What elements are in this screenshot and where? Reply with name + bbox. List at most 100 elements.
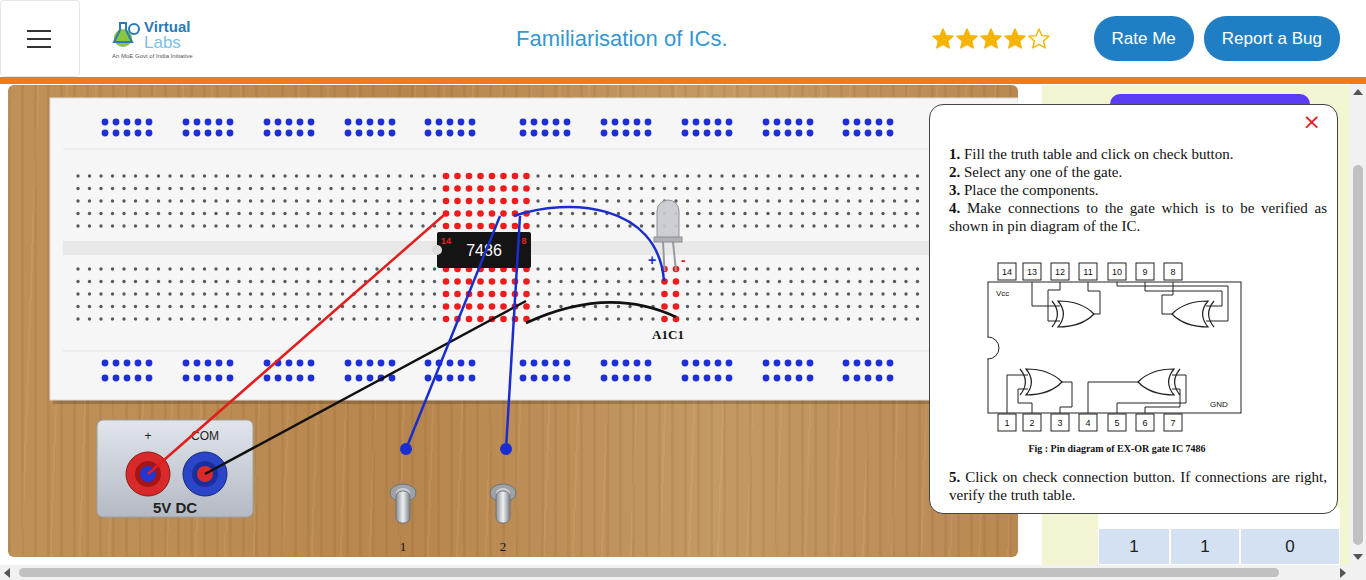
rail-hole[interactable] bbox=[865, 360, 872, 367]
breadboard-hole[interactable] bbox=[214, 199, 217, 202]
breadboard-hole[interactable] bbox=[387, 280, 390, 283]
breadboard-hole[interactable] bbox=[835, 212, 838, 215]
rail-hole[interactable] bbox=[785, 360, 792, 367]
breadboard-hole[interactable] bbox=[755, 267, 758, 270]
breadboard-hole[interactable] bbox=[594, 187, 597, 190]
rail-hole[interactable] bbox=[634, 119, 641, 126]
breadboard-hole[interactable] bbox=[709, 224, 712, 227]
red-wire[interactable] bbox=[148, 215, 444, 474]
rail-hole[interactable] bbox=[715, 375, 722, 382]
breadboard-hole[interactable] bbox=[191, 292, 194, 295]
breadboard-hole[interactable] bbox=[686, 305, 689, 308]
breadboard-hole[interactable] bbox=[812, 305, 815, 308]
rail-hole[interactable] bbox=[308, 130, 315, 137]
breadboard-hole[interactable] bbox=[191, 199, 194, 202]
breadboard-hole[interactable] bbox=[398, 317, 401, 320]
breadboard-hole[interactable] bbox=[743, 174, 746, 177]
breadboard-hole[interactable] bbox=[352, 199, 355, 202]
rail-hole[interactable] bbox=[865, 130, 872, 137]
breadboard-hole[interactable] bbox=[605, 267, 608, 270]
breadboard-hole[interactable] bbox=[536, 187, 539, 190]
rail-hole[interactable] bbox=[345, 360, 352, 367]
breadboard-hole[interactable] bbox=[548, 199, 551, 202]
rail-hole[interactable] bbox=[774, 375, 781, 382]
breadboard-hole[interactable] bbox=[318, 267, 321, 270]
breadboard-hole[interactable] bbox=[801, 199, 804, 202]
rail-hole[interactable] bbox=[436, 130, 443, 137]
breadboard-hole[interactable] bbox=[732, 224, 735, 227]
breadboard-hole[interactable] bbox=[904, 280, 907, 283]
breadboard-hole[interactable] bbox=[548, 317, 551, 320]
breadboard-hole[interactable] bbox=[283, 199, 286, 202]
rail-hole[interactable] bbox=[520, 119, 527, 126]
breadboard-hole[interactable] bbox=[766, 187, 769, 190]
breadboard-hole[interactable] bbox=[226, 199, 229, 202]
breadboard-hole[interactable] bbox=[858, 292, 861, 295]
breadboard-hole[interactable] bbox=[134, 280, 137, 283]
breadboard-hole[interactable] bbox=[651, 224, 654, 227]
breadboard-hole[interactable] bbox=[88, 187, 91, 190]
breadboard-hole[interactable] bbox=[686, 317, 689, 320]
rail-hole[interactable] bbox=[887, 375, 894, 382]
breadboard-hole[interactable] bbox=[421, 187, 424, 190]
rail-hole[interactable] bbox=[763, 119, 770, 126]
rail-hole[interactable] bbox=[876, 375, 883, 382]
breadboard-hole[interactable] bbox=[237, 292, 240, 295]
rail-hole[interactable] bbox=[876, 119, 883, 126]
rail-hole[interactable] bbox=[531, 375, 538, 382]
rail-hole[interactable] bbox=[887, 119, 894, 126]
breadboard-hole[interactable] bbox=[571, 212, 574, 215]
rail-hole[interactable] bbox=[854, 130, 861, 137]
rail-hole[interactable] bbox=[553, 130, 560, 137]
breadboard-hole[interactable] bbox=[858, 317, 861, 320]
breadboard-hole[interactable] bbox=[306, 212, 309, 215]
breadboard-hole[interactable] bbox=[732, 267, 735, 270]
rail-hole[interactable] bbox=[194, 130, 201, 137]
breadboard-hole[interactable] bbox=[306, 187, 309, 190]
breadboard-hole[interactable] bbox=[789, 317, 792, 320]
scroll-up-icon[interactable] bbox=[1353, 89, 1363, 95]
breadboard-hole[interactable] bbox=[122, 305, 125, 308]
breadboard-hole[interactable] bbox=[628, 305, 631, 308]
rail-hole[interactable] bbox=[297, 360, 304, 367]
breadboard-hole[interactable] bbox=[433, 212, 436, 215]
breadboard-hole[interactable] bbox=[617, 292, 620, 295]
rail-hole[interactable] bbox=[876, 130, 883, 137]
rail-hole[interactable] bbox=[520, 360, 527, 367]
rail-hole[interactable] bbox=[785, 130, 792, 137]
breadboard-hole[interactable] bbox=[76, 199, 79, 202]
breadboard-hole[interactable] bbox=[260, 267, 263, 270]
rail-hole[interactable] bbox=[704, 119, 711, 126]
breadboard-hole[interactable] bbox=[673, 278, 680, 285]
breadboard-hole[interactable] bbox=[352, 174, 355, 177]
breadboard-hole[interactable] bbox=[755, 199, 758, 202]
breadboard-hole[interactable] bbox=[454, 173, 461, 180]
rail-hole[interactable] bbox=[623, 375, 630, 382]
breadboard-hole[interactable] bbox=[76, 224, 79, 227]
breadboard-hole[interactable] bbox=[801, 212, 804, 215]
breadboard-hole[interactable] bbox=[617, 305, 620, 308]
rail-hole[interactable] bbox=[458, 130, 465, 137]
rail-hole[interactable] bbox=[763, 375, 770, 382]
breadboard-hole[interactable] bbox=[443, 316, 450, 323]
breadboard-hole[interactable] bbox=[697, 292, 700, 295]
breadboard-hole[interactable] bbox=[835, 199, 838, 202]
breadboard-hole[interactable] bbox=[111, 317, 114, 320]
black-wire[interactable] bbox=[526, 302, 676, 323]
breadboard-hole[interactable] bbox=[870, 212, 873, 215]
rail-hole[interactable] bbox=[216, 130, 223, 137]
breadboard-hole[interactable] bbox=[500, 198, 507, 205]
breadboard-hole[interactable] bbox=[364, 224, 367, 227]
rail-hole[interactable] bbox=[887, 130, 894, 137]
breadboard-hole[interactable] bbox=[260, 280, 263, 283]
breadboard-hole[interactable] bbox=[433, 280, 436, 283]
breadboard-hole[interactable] bbox=[743, 187, 746, 190]
breadboard-hole[interactable] bbox=[433, 305, 436, 308]
breadboard-hole[interactable] bbox=[628, 280, 631, 283]
breadboard-hole[interactable] bbox=[283, 292, 286, 295]
breadboard-hole[interactable] bbox=[893, 199, 896, 202]
rail-hole[interactable] bbox=[704, 375, 711, 382]
breadboard-hole[interactable] bbox=[640, 267, 643, 270]
breadboard-hole[interactable] bbox=[88, 199, 91, 202]
breadboard-hole[interactable] bbox=[318, 317, 321, 320]
